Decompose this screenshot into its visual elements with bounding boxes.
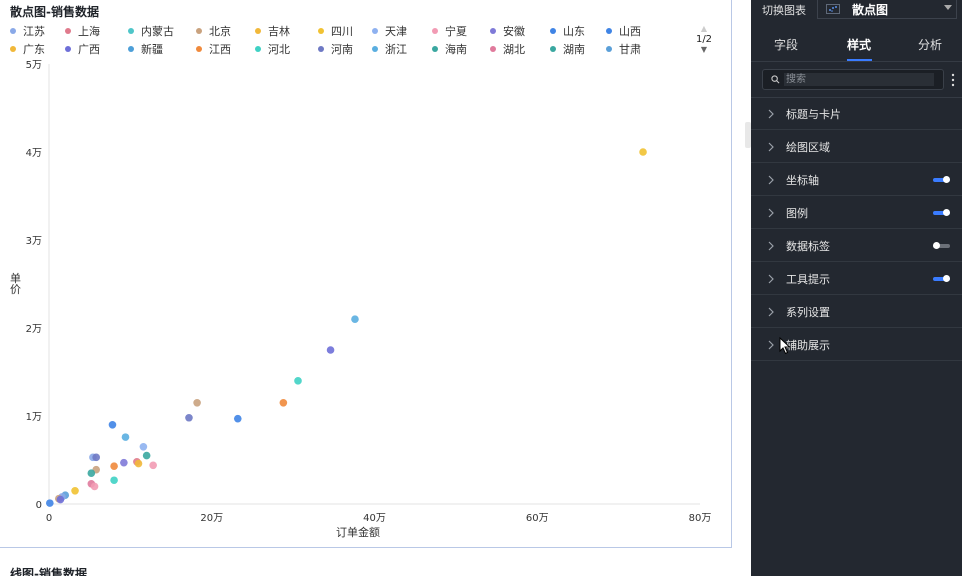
y-tick-label: 0 [36,500,42,511]
chevron-right-icon [768,340,774,349]
scatter-point[interactable] [149,461,157,470]
scatter-point[interactable] [142,451,151,460]
scatter-point[interactable] [326,346,335,354]
y-tick-label: 1万 [26,412,42,423]
section-toggle-switch[interactable] [933,209,950,216]
scatter-point[interactable] [279,399,288,407]
section-toggle-switch[interactable] [933,242,950,249]
section-label: 图例 [786,206,808,220]
scatter-point[interactable] [351,315,359,324]
scatter-point[interactable] [120,458,128,467]
scatter-point[interactable] [56,495,65,504]
chevron-down-icon [944,5,952,10]
scatter-point[interactable] [294,377,302,385]
toggle-knob [933,242,940,249]
tab-analysis[interactable]: 分析 [918,36,942,53]
scatter-plot[interactable]: 0 1万 2万 3万 4万 5万 0 20万 40万 60万 80万 [0,0,732,548]
switch-chart-label: 切换图表 [762,3,806,17]
section-toggle-switch[interactable] [933,275,950,282]
scatter-point[interactable] [46,499,54,507]
style-section-row[interactable]: 系列设置 [751,296,962,328]
style-section-row[interactable]: 数据标签 [751,230,962,262]
next-chart-title: 线图-销售数据 [10,567,87,576]
y-tick-label: 2万 [26,324,42,335]
scatter-point[interactable] [185,413,193,422]
toggle-knob [943,176,950,183]
y-tick-label: 3万 [26,236,42,247]
style-section-row[interactable]: 坐标轴 [751,164,962,196]
chevron-right-icon [768,142,774,151]
x-tick-label: 0 [46,513,52,524]
chart-type-select[interactable]: 散点图 [817,0,957,19]
tab-style[interactable]: 样式 [847,36,871,53]
section-toggle-switch[interactable] [933,176,950,183]
chart-switch-bar: 切换图表 散点图 [751,0,962,19]
toggle-knob [943,209,950,216]
chevron-right-icon [768,175,774,184]
chevron-right-icon [768,208,774,217]
scatter-point[interactable] [121,433,130,441]
section-label: 数据标签 [786,239,830,253]
scatter-point[interactable] [87,469,96,478]
scatter-point[interactable] [108,421,117,429]
chevron-right-icon [768,241,774,250]
more-options-icon[interactable] [951,72,955,88]
section-label: 坐标轴 [786,173,819,187]
style-section-row[interactable]: 标题与卡片 [751,98,962,130]
scatter-chart-icon [826,4,840,14]
scatter-point[interactable] [92,453,100,462]
x-tick-label: 80万 [689,513,712,524]
scatter-point[interactable] [193,399,201,407]
scatter-point[interactable] [139,443,148,451]
mouse-cursor-icon [779,337,791,355]
active-tab-indicator [847,59,872,61]
scatter-point[interactable] [110,462,118,470]
chevron-right-icon [768,307,774,316]
style-section-row[interactable]: 图例 [751,197,962,229]
scatter-point[interactable] [639,148,647,156]
search-input[interactable] [784,73,934,86]
scatter-point[interactable] [110,476,118,485]
search-box[interactable] [762,69,944,90]
style-section-row[interactable]: 绘图区域 [751,131,962,163]
style-side-panel: 切换图表 散点图 字段 样式 分析 搜索 标题与卡片 绘图区域 坐标轴 图例 数… [751,0,962,576]
chart-type-value: 散点图 [852,2,889,17]
section-label: 工具提示 [786,272,830,286]
section-label: 绘图区域 [786,140,830,154]
chevron-right-icon [768,109,774,118]
x-tick-label: 20万 [200,513,223,524]
x-tick-label: 40万 [363,513,386,524]
search-icon [771,75,780,84]
y-tick-label: 5万 [26,60,42,71]
toggle-knob [943,275,950,282]
scatter-point[interactable] [90,482,99,491]
section-label: 辅助展示 [786,338,830,352]
section-label: 标题与卡片 [786,107,841,121]
style-section-row[interactable]: 工具提示 [751,263,962,295]
scatter-point[interactable] [233,414,242,423]
side-tabs: 字段 样式 分析 [751,28,962,62]
x-tick-label: 60万 [526,513,549,524]
tab-fields[interactable]: 字段 [774,36,798,53]
section-label: 系列设置 [786,305,830,319]
chart-canvas[interactable]: 散点图-销售数据 江苏 上海 内蒙古 北京 吉林 四川 天津 宁夏 安徽 山东 山西 广东 广西 新疆 江西… [0,0,732,548]
scatter-point[interactable] [71,487,79,495]
scatter-point[interactable] [134,459,143,468]
y-tick-label: 4万 [26,148,42,159]
chevron-right-icon [768,274,774,283]
